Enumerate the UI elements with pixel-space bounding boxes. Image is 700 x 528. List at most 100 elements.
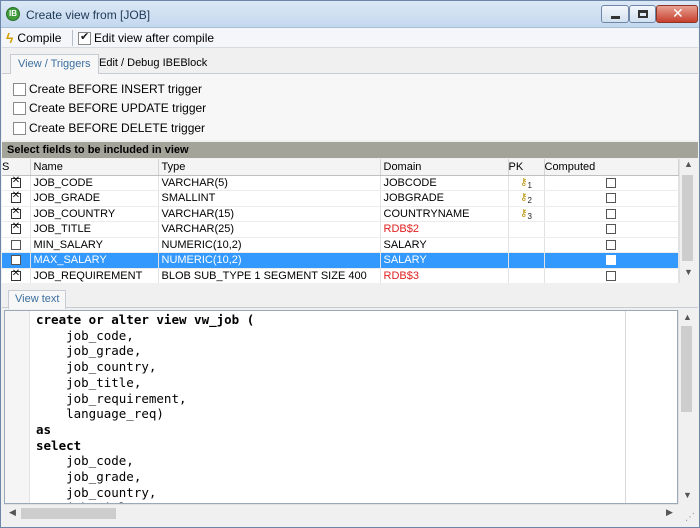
table-row[interactable]: JOB_GRADESMALLINTJOBGRADE ⚷2 (2, 190, 679, 207)
field-name-cell: JOB_REQUIREMENT (30, 268, 159, 283)
sql-editor[interactable]: create or alter view vw_job ( job_code, … (4, 310, 678, 504)
edit-after-compile-checkbox[interactable]: Edit view after compile (78, 30, 214, 45)
field-name-cell: JOB_COUNTRY (30, 206, 159, 222)
column-header-pk[interactable]: PK (508, 159, 545, 176)
checkbox-icon[interactable] (13, 121, 26, 135)
tab-view-text[interactable]: View text (8, 290, 67, 309)
pk-cell (508, 237, 545, 253)
pk-cell (508, 221, 545, 238)
pk-order: 2 (527, 196, 532, 206)
checkbox-icon[interactable] (606, 224, 616, 235)
scroll-right-icon[interactable]: ▶ (661, 507, 678, 518)
code-line: job_code, (36, 327, 134, 343)
resize-grip-icon[interactable]: ⋰ (685, 512, 695, 523)
scroll-down-icon[interactable]: ▼ (679, 490, 696, 500)
computed-checkbox[interactable] (544, 221, 679, 238)
checkbox-icon[interactable] (10, 255, 21, 266)
field-name-cell: MIN_SALARY (30, 237, 159, 253)
include-field-checkbox[interactable] (2, 252, 31, 269)
checkbox-icon[interactable] (10, 222, 21, 235)
checkbox-icon[interactable] (606, 239, 616, 250)
checkbox-icon[interactable] (10, 175, 21, 188)
scroll-down-icon[interactable]: ▼ (680, 267, 697, 277)
right-margin-line (625, 311, 626, 503)
code-line: job_country, (36, 484, 157, 500)
before-insert-trigger-checkbox[interactable]: Create BEFORE INSERT trigger (13, 82, 202, 96)
before-update-trigger-checkbox[interactable]: Create BEFORE UPDATE trigger (13, 101, 206, 115)
column-header-computed[interactable]: Computed (544, 159, 679, 176)
checkbox-icon[interactable] (78, 30, 91, 45)
editor-horizontal-scrollbar[interactable]: ◀ ▶ (4, 504, 678, 521)
code-line: create or alter view vw_job ( (36, 312, 255, 327)
field-domain-cell: RDB$2 (380, 221, 509, 238)
computed-checkbox[interactable] (544, 252, 679, 269)
before-delete-trigger-checkbox[interactable]: Create BEFORE DELETE trigger (13, 121, 205, 135)
code-line: language_req) (36, 406, 164, 422)
field-name-cell: JOB_TITLE (30, 221, 159, 238)
code-line: job_country, (36, 359, 157, 375)
minimize-icon (611, 16, 620, 19)
checkbox-icon[interactable] (10, 206, 21, 219)
minimize-button[interactable] (601, 5, 629, 23)
pk-cell (508, 252, 545, 269)
table-row[interactable]: MAX_SALARY NUMERIC(10,2) SALARY (2, 252, 679, 269)
include-field-checkbox[interactable] (2, 190, 31, 207)
maximize-button[interactable] (629, 5, 656, 23)
include-field-checkbox[interactable] (2, 221, 31, 238)
include-field-checkbox[interactable] (2, 175, 31, 191)
grid-vertical-scrollbar[interactable]: ▲ ▼ (679, 159, 697, 283)
include-field-checkbox[interactable] (2, 237, 31, 253)
table-row[interactable]: JOB_CODEVARCHAR(5)JOBCODE ⚷1 (2, 175, 679, 191)
checkbox-icon[interactable] (606, 177, 616, 188)
computed-checkbox[interactable] (544, 175, 679, 191)
field-type-cell: NUMERIC(10,2) (158, 237, 381, 253)
tab-edit-debug[interactable]: Edit / Debug IBEBlock (92, 54, 214, 74)
column-header-s[interactable]: S (2, 159, 31, 176)
checkbox-icon[interactable] (10, 191, 21, 204)
column-header-name[interactable]: Name (30, 159, 159, 176)
computed-checkbox[interactable] (544, 206, 679, 222)
scroll-thumb[interactable] (21, 508, 116, 519)
scroll-up-icon[interactable]: ▲ (679, 312, 696, 322)
table-row[interactable]: JOB_COUNTRYVARCHAR(15)COUNTRYNAME ⚷3 (2, 206, 679, 222)
table-row[interactable]: JOB_TITLEVARCHAR(25)RDB$2 (2, 221, 679, 238)
title-bar[interactable]: IB Create view from [JOB] ✕ (1, 1, 699, 28)
checkbox-icon[interactable] (606, 255, 616, 266)
field-type-cell: SMALLINT (158, 190, 381, 207)
checkbox-icon[interactable] (606, 193, 616, 204)
column-header-domain[interactable]: Domain (380, 159, 509, 176)
sql-code[interactable]: create or alter view vw_job ( job_code, … (36, 312, 255, 503)
scroll-thumb[interactable] (681, 326, 692, 412)
checkbox-icon[interactable] (606, 208, 616, 219)
primary-key-icon: ⚷3 (520, 207, 532, 221)
computed-checkbox[interactable] (544, 268, 679, 283)
compile-button[interactable]: ϟ Compile (6, 29, 61, 47)
field-domain-cell: JOBGRADE (380, 190, 509, 207)
computed-checkbox[interactable] (544, 190, 679, 207)
include-field-checkbox[interactable] (2, 268, 31, 283)
include-field-checkbox[interactable] (2, 206, 31, 222)
scroll-left-icon[interactable]: ◀ (4, 507, 21, 518)
checkbox-icon[interactable] (13, 82, 26, 96)
column-header-type[interactable]: Type (158, 159, 381, 176)
compile-label: Compile (17, 31, 62, 45)
scroll-up-icon[interactable]: ▲ (680, 159, 697, 169)
field-type-cell: VARCHAR(15) (158, 206, 381, 222)
checkbox-icon[interactable] (10, 268, 21, 281)
editor-vertical-scrollbar[interactable]: ▲ ▼ (678, 310, 697, 504)
tab-view-triggers[interactable]: View / Triggers (10, 54, 99, 74)
field-type-cell: VARCHAR(5) (158, 175, 381, 191)
checkbox-icon[interactable] (606, 270, 616, 281)
scroll-thumb[interactable] (682, 175, 693, 261)
table-row[interactable]: MIN_SALARY NUMERIC(10,2) SALARY (2, 237, 679, 253)
window-title: Create view from [JOB] (26, 8, 151, 22)
fields-grid[interactable]: S Name Type Domain PK Computed JOB_CODEV… (2, 159, 679, 283)
before-update-label: Create BEFORE UPDATE trigger (29, 101, 207, 115)
field-type-cell: NUMERIC(10,2) (158, 252, 381, 269)
table-row[interactable]: JOB_REQUIREMENTBLOB SUB_TYPE 1 SEGMENT S… (2, 268, 679, 283)
close-button[interactable]: ✕ (656, 5, 698, 23)
checkbox-icon[interactable] (13, 101, 26, 115)
pk-cell: ⚷2 (508, 190, 545, 207)
computed-checkbox[interactable] (544, 237, 679, 253)
checkbox-icon[interactable] (10, 239, 21, 250)
